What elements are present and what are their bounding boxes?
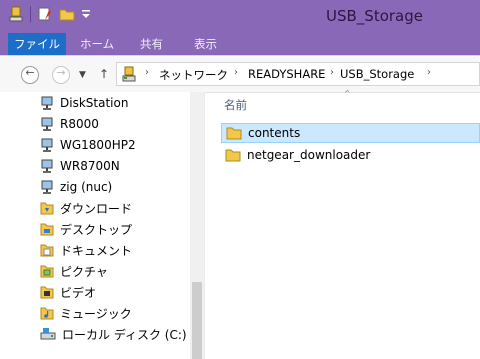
folder-icon xyxy=(226,127,242,140)
properties-icon[interactable] xyxy=(37,6,53,22)
breadcrumb-usb-storage[interactable]: USB_Storage xyxy=(340,67,414,81)
file-name: contents xyxy=(248,126,301,140)
nav-item-label: ビデオ xyxy=(60,285,97,300)
folder-icon xyxy=(225,149,241,162)
nav-item-downloads[interactable]: ダウンロード xyxy=(40,198,132,218)
nav-item-label: DiskStation xyxy=(60,96,129,110)
nav-item-local-disk-c[interactable]: ローカル ディスク (C:) xyxy=(40,324,187,344)
nav-item-videos[interactable]: ビデオ xyxy=(40,282,96,302)
back-button[interactable]: ← xyxy=(21,66,39,84)
tab-file[interactable]: ファイル xyxy=(8,33,66,55)
nav-item-label: ミュージック xyxy=(60,306,132,321)
column-header-name[interactable]: 名前 xyxy=(224,97,247,113)
nav-item-label: WR8700N xyxy=(60,159,120,173)
pane-divider[interactable] xyxy=(204,92,205,359)
ribbon-tabs: ファイル ホーム 共有 表示 xyxy=(0,33,480,55)
nav-item-label: デスクトップ xyxy=(60,222,133,237)
up-arrow-icon[interactable]: ↑ xyxy=(99,67,109,81)
tab-home[interactable]: ホーム xyxy=(80,33,114,55)
nav-item-label: ピクチャ xyxy=(60,264,108,279)
breadcrumb-readyshare[interactable]: READYSHARE xyxy=(248,67,325,81)
nav-item-r8000[interactable]: R8000 xyxy=(40,114,99,134)
local-disk-icon xyxy=(40,328,56,340)
network-computer-icon xyxy=(41,180,53,194)
file-name: netgear_downloader xyxy=(247,148,371,162)
recent-locations-chevron-icon[interactable]: ▼ xyxy=(79,70,86,80)
quick-access-toolbar xyxy=(8,6,91,22)
tab-share[interactable]: 共有 xyxy=(140,33,163,55)
sort-ascending-icon: ^ xyxy=(344,89,351,98)
file-row-netgear-downloader[interactable]: netgear_downloader xyxy=(221,145,480,165)
nav-item-label: ドキュメント xyxy=(60,243,133,258)
nav-item-label: WG1800HP2 xyxy=(60,138,136,152)
nav-item-label: ローカル ディスク (C:) xyxy=(62,327,187,342)
nav-item-wr8700n[interactable]: WR8700N xyxy=(40,156,120,176)
documents-folder-icon xyxy=(40,244,54,257)
tab-view[interactable]: 表示 xyxy=(194,33,217,55)
network-computer-icon xyxy=(41,117,53,131)
scrollbar-thumb[interactable] xyxy=(192,282,202,359)
network-computer-icon xyxy=(41,159,53,173)
usb-drive-icon xyxy=(122,66,136,82)
music-folder-icon xyxy=(40,307,54,320)
nav-item-wg1800hp2[interactable]: WG1800HP2 xyxy=(40,135,136,155)
pictures-folder-icon xyxy=(40,265,54,278)
file-row-contents[interactable]: contents xyxy=(221,123,480,143)
nav-item-label: ダウンロード xyxy=(60,201,133,216)
customize-toolbar-icon[interactable] xyxy=(81,6,91,22)
breadcrumb-separator-icon[interactable]: › xyxy=(330,67,334,78)
breadcrumb-separator-icon[interactable]: › xyxy=(145,67,149,78)
back-arrow-icon: ← xyxy=(25,66,35,79)
title-bar: USB_Storage xyxy=(0,0,480,33)
nav-item-documents[interactable]: ドキュメント xyxy=(40,240,132,260)
navigation-pane: DiskStation R8000 WG1800HP2 WR8700N zig … xyxy=(0,92,204,359)
nav-item-zig-nuc[interactable]: zig (nuc) xyxy=(40,177,112,197)
videos-folder-icon xyxy=(40,286,54,299)
nav-item-music[interactable]: ミュージック xyxy=(40,303,132,323)
nav-item-pictures[interactable]: ピクチャ xyxy=(40,261,108,281)
window-title: USB_Storage xyxy=(326,7,423,25)
breadcrumb-network[interactable]: ネットワーク xyxy=(159,67,228,83)
nav-item-label: R8000 xyxy=(60,117,99,131)
desktop-folder-icon xyxy=(40,223,54,236)
nav-item-label: zig (nuc) xyxy=(60,180,113,194)
network-computer-icon xyxy=(41,138,53,152)
toolbar-separator xyxy=(30,6,31,22)
forward-arrow-icon: → xyxy=(56,66,66,79)
nav-item-diskstation[interactable]: DiskStation xyxy=(40,93,128,113)
nav-item-desktop[interactable]: デスクトップ xyxy=(40,219,132,239)
breadcrumb-separator-icon[interactable]: › xyxy=(234,67,238,78)
drive-icon[interactable] xyxy=(8,6,24,22)
breadcrumb-separator-icon[interactable]: › xyxy=(427,67,431,78)
forward-button[interactable]: → xyxy=(52,66,70,84)
network-computer-icon xyxy=(41,96,53,110)
downloads-folder-icon xyxy=(40,202,54,215)
new-folder-icon[interactable] xyxy=(59,6,75,22)
